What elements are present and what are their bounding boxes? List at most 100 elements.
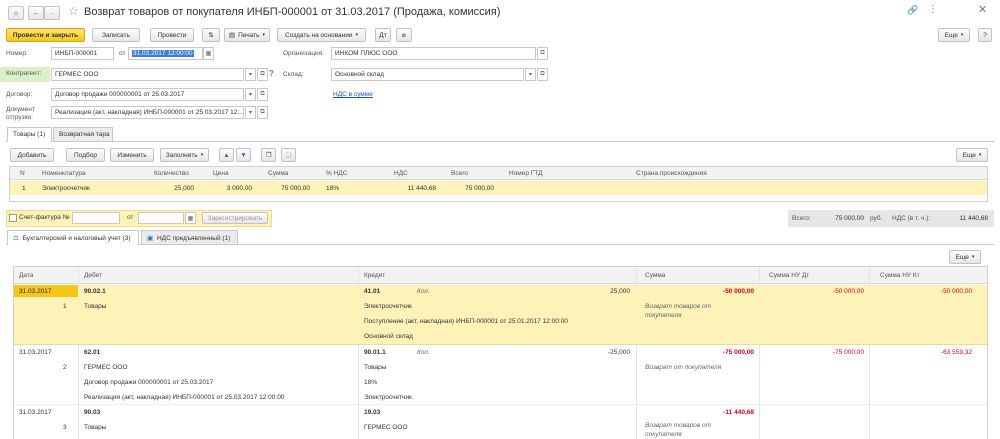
home-icon: ⌂ — [14, 9, 18, 17]
table-row[interactable] — [14, 405, 987, 439]
chevron-down-icon: ▾ — [248, 110, 252, 116]
pick-button[interactable]: Подбор — [66, 148, 105, 162]
contractor-dropdown-button[interactable]: ▾ — [245, 68, 256, 81]
print-button[interactable]: ▤ Печать ▾ — [224, 28, 270, 42]
entry-amount: -50 000,00 — [722, 288, 754, 295]
debit-subconto: Реализация (акт, накладная) ИНБП-000001 … — [84, 394, 285, 401]
more-vert-icon[interactable]: ⋮ — [928, 4, 938, 15]
help-button[interactable]: ? — [978, 28, 992, 42]
post-button[interactable]: Провести — [150, 28, 194, 42]
arrow-right-icon: → — [48, 9, 56, 17]
col-vat-rate: % НДС — [326, 170, 348, 177]
col-country: Страна происхождения — [636, 170, 707, 177]
tab-goods[interactable]: Товары (1) — [7, 127, 52, 142]
create-based-on-label: Создать на основании — [285, 31, 353, 39]
invoice-label: Счет-фактура № — [19, 214, 70, 221]
contract-dropdown-button[interactable]: ▾ — [245, 88, 256, 101]
print-label: Печать — [238, 31, 260, 39]
close-icon[interactable]: ✕ — [978, 3, 987, 16]
more-button[interactable]: Еще ▾ — [938, 28, 970, 42]
contract-field[interactable]: Договор продажи 000000001 от 25.03.2017 — [51, 88, 244, 101]
currency-label: руб. — [870, 215, 883, 222]
credit-account: 19.03 — [364, 409, 381, 416]
entry-nu-dt: -75 000,00 — [832, 349, 864, 356]
credit-subconto: ГЕРМЕС ООО — [364, 424, 408, 431]
credit-subconto: 18% — [364, 379, 378, 386]
back-button[interactable]: ← — [28, 6, 44, 20]
warehouse-open-button[interactable]: ⧉ — [537, 68, 548, 81]
link-icon[interactable]: 🔗 — [907, 5, 918, 16]
save-button[interactable]: Записать — [92, 28, 140, 42]
invoice-date-field[interactable]: . . — [138, 212, 184, 224]
fill-button[interactable]: Заполнить ▾ — [160, 148, 209, 162]
vat-icon: ▣ — [147, 235, 154, 242]
goods-table: N Номенклатура Количество Цена Сумма % Н… — [9, 166, 988, 202]
open-icon: ⧉ — [540, 50, 545, 56]
number-field[interactable]: ИНБП-000001 — [51, 47, 114, 60]
credit-subconto: Электросчетчик — [364, 303, 412, 310]
col-sum: Сумма — [268, 170, 289, 177]
debit-account: 90.03 — [84, 409, 101, 416]
warehouse-dropdown-button[interactable]: ▾ — [525, 68, 536, 81]
invoice-number-field[interactable] — [72, 212, 120, 224]
structure-button[interactable]: ⇅ — [202, 28, 220, 42]
contractor-open-button[interactable]: ⧉ — [257, 68, 268, 81]
shipment-doc-dropdown-button[interactable]: ▾ — [245, 106, 256, 119]
add-button[interactable]: Добавить — [10, 148, 54, 162]
attach-button[interactable]: ⌀ — [396, 28, 412, 42]
total-label: Всего: — [792, 215, 811, 222]
debit-subconto: Договор продажи 000000001 от 25.03.2017 — [84, 379, 214, 386]
entry-amount: -75 000,00 — [722, 349, 754, 356]
credit-subconto: Электросчетчик — [364, 394, 412, 401]
chevron-down-icon: ▾ — [248, 72, 252, 78]
post-and-close-button[interactable]: Провести и закрыть — [6, 28, 85, 42]
create-based-on-button[interactable]: Создать на основании ▾ — [277, 28, 366, 42]
ledger-table: Дата Дебет Кредит Сумма Сумма НУ Дт Сумм… — [13, 266, 988, 439]
invoice-from-label: от — [127, 214, 134, 221]
organization-open-button[interactable]: ⧉ — [537, 47, 548, 60]
shipment-doc-field[interactable]: Реализация (акт, накладная) ИНБП-000001 … — [51, 106, 244, 119]
row-price: 3 000,00 — [226, 185, 252, 192]
contract-open-button[interactable]: ⧉ — [257, 88, 268, 101]
calendar-button[interactable]: ▦ — [203, 47, 214, 60]
copy-button[interactable]: ❐ — [261, 148, 276, 162]
tab-vat-presented[interactable]: ▣ НДС предъявленный (1) — [141, 230, 238, 244]
chevron-down-icon: ▾ — [528, 72, 532, 78]
copy-icon: ❐ — [265, 152, 272, 159]
credit-qty: -25,000 — [607, 349, 630, 356]
credit-subconto: Товары — [364, 364, 387, 371]
move-down-button[interactable]: ▼ — [236, 148, 251, 162]
entry-comment: Возврат товаров от — [645, 303, 712, 310]
invoice-calendar-button[interactable]: ▦ — [185, 212, 196, 224]
goods-more-button[interactable]: Еще ▾ — [956, 148, 988, 162]
row-total: 75 000,00 — [465, 185, 494, 192]
favorite-star-icon[interactable]: ☆ — [68, 4, 79, 18]
ledger-col-nu-kt: Сумма НУ Кт — [880, 272, 920, 279]
credit-qty-label: Кол. — [417, 349, 430, 356]
row-nomenclature: Электросчетчик — [42, 185, 90, 192]
organization-field[interactable]: ИНКОМ ПЛЮС ООО — [331, 47, 536, 60]
home-button[interactable]: ⌂ — [8, 6, 24, 20]
tab-vat-presented-label: НДС предъявленный (1) — [156, 235, 231, 242]
tab-returnable-container[interactable]: Возвратная тара — [53, 127, 113, 141]
col-gtd: Номер ГТД — [509, 170, 543, 177]
move-up-button[interactable]: ▲ — [219, 148, 234, 162]
ledger-more-button[interactable]: Еще ▾ — [949, 250, 981, 264]
contract-label: Договор: — [6, 91, 33, 98]
forward-button[interactable]: → — [44, 6, 60, 20]
help-question-icon[interactable]: ? — [269, 69, 274, 78]
shipment-doc-open-button[interactable]: ⧉ — [257, 106, 268, 119]
date-field[interactable]: 31.03.2017 12:00:00 — [128, 47, 203, 60]
register-button[interactable]: Зарегистрировать — [202, 212, 268, 224]
credit-qty-label: Кол. — [417, 288, 430, 295]
paste-button[interactable]: ❏ — [281, 148, 296, 162]
invoice-checkbox[interactable] — [9, 214, 17, 222]
more-label: Еще — [944, 31, 958, 39]
change-button[interactable]: Изменить — [110, 148, 154, 162]
debit-subconto: Товары — [84, 303, 107, 310]
warehouse-field[interactable]: Основной склад — [331, 68, 524, 81]
journal-button[interactable]: Дт — [375, 28, 391, 42]
tab-accounting[interactable]: ⚖ Бухгалтерский и налоговый учет (3) — [7, 230, 139, 245]
contractor-field[interactable]: ГЕРМЕС ООО — [51, 68, 244, 81]
vat-in-amount-link[interactable]: НДС в сумме — [333, 91, 373, 98]
